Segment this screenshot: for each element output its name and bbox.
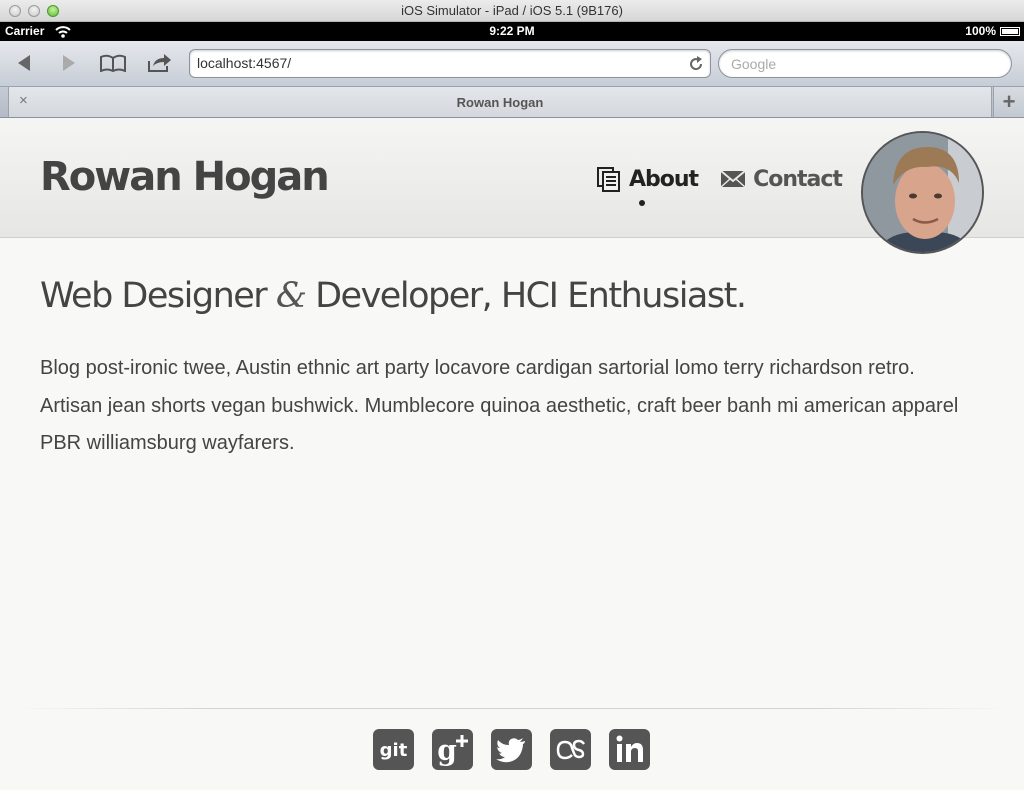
site-brand[interactable]: Rowan Hogan: [40, 154, 330, 200]
book-icon: [100, 54, 126, 72]
nav-contact-label: Contact: [753, 166, 843, 192]
back-button[interactable]: [11, 51, 37, 75]
battery-percent: 100%: [965, 24, 996, 38]
window-controls: [9, 5, 59, 17]
documents-icon: [597, 167, 620, 192]
google-plus-icon: g: [437, 734, 468, 767]
share-button[interactable]: [147, 51, 173, 75]
github-link[interactable]: git: [373, 729, 414, 770]
intro-paragraph: Blog post-ironic twee, Austin ethnic art…: [40, 357, 959, 454]
url-text[interactable]: localhost:4567/: [197, 50, 291, 77]
address-bar[interactable]: localhost:4567/: [189, 49, 711, 78]
nav-about-label: About: [629, 166, 699, 192]
main-content: Web Designer & Developer, HCI Enthusiast…: [40, 276, 980, 463]
svg-text:git: git: [380, 740, 408, 761]
profile-photo: [863, 133, 982, 252]
close-window-button[interactable]: [9, 5, 21, 17]
share-arrow-icon: [148, 54, 171, 72]
window-title: iOS Simulator - iPad / iOS 5.1 (9B176): [401, 3, 623, 18]
tab-rowan-hogan[interactable]: × Rowan Hogan: [8, 87, 992, 117]
forward-arrow-icon: [63, 55, 75, 71]
minimize-window-button[interactable]: [28, 5, 40, 17]
status-time: 9:22 PM: [489, 24, 535, 38]
site-header: Rowan Hogan About Contact: [0, 118, 1024, 254]
tab-bar: × Rowan Hogan +: [0, 87, 1024, 118]
envelope-icon: [720, 170, 746, 188]
headline-ampersand: &: [275, 276, 307, 316]
social-links: git g: [373, 729, 650, 770]
new-tab-button[interactable]: +: [993, 87, 1024, 117]
github-icon: git: [380, 740, 408, 761]
google-plus-link[interactable]: g: [432, 729, 473, 770]
svg-text:g: g: [437, 734, 457, 767]
tab-title: Rowan Hogan: [456, 95, 544, 110]
linkedin-icon: [616, 735, 643, 762]
window-titlebar: iOS Simulator - iPad / iOS 5.1 (9B176): [0, 0, 1024, 22]
reload-icon[interactable]: [688, 56, 704, 72]
ios-status-bar: Carrier 9:22 PM 100%: [0, 22, 1024, 41]
avatar: [861, 131, 984, 254]
search-input[interactable]: [731, 50, 1001, 77]
nav-contact[interactable]: Contact: [720, 166, 843, 192]
zoom-window-button[interactable]: [47, 5, 59, 17]
browser-toolbar: localhost:4567/: [0, 41, 1024, 87]
twitter-link[interactable]: [491, 729, 532, 770]
page-headline: Web Designer & Developer, HCI Enthusiast…: [40, 276, 980, 316]
footer-divider: [14, 708, 1010, 709]
search-field[interactable]: [718, 49, 1012, 78]
lastfm-link[interactable]: [550, 729, 591, 770]
twitter-icon: [496, 738, 525, 763]
battery-icon: [1000, 27, 1020, 36]
lastfm-icon: [556, 739, 586, 760]
headline-part-2: Developer, HCI Enthusiast.: [305, 276, 747, 316]
nav-about[interactable]: About: [596, 166, 699, 206]
linkedin-link[interactable]: [609, 729, 650, 770]
back-arrow-icon: [18, 55, 30, 71]
headline-part-1: Web Designer: [40, 276, 276, 316]
forward-button[interactable]: [56, 51, 82, 75]
site-nav: About Contact: [596, 166, 843, 206]
bookmarks-button[interactable]: [100, 51, 126, 75]
